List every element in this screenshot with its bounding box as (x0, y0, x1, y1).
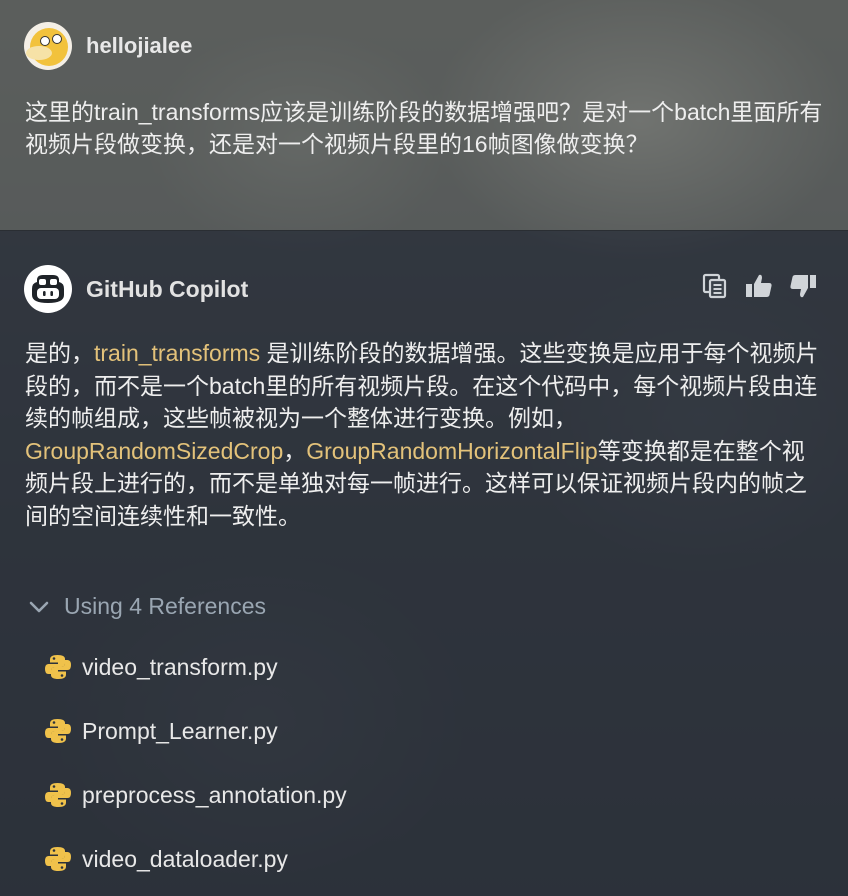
reference-file-video-dataloader[interactable]: video_dataloader.py (44, 845, 288, 873)
reference-file-name: video_dataloader.py (82, 845, 288, 872)
reference-file-name: Prompt_Learner.py (82, 717, 278, 744)
reference-file-prompt-learner[interactable]: Prompt_Learner.py (44, 717, 278, 745)
code-reference-group-random-horizontal-flip[interactable]: GroupRandomHorizontalFlip (306, 438, 597, 464)
code-reference-group-random-sized-crop[interactable]: GroupRandomSizedCrop (25, 438, 283, 464)
python-icon (45, 783, 71, 807)
assistant-header: GitHub Copilot (24, 265, 248, 313)
thumbs-down-icon[interactable] (788, 271, 818, 301)
references-label: Using 4 References (64, 593, 266, 619)
message-actions (700, 271, 818, 301)
code-reference-train-transforms[interactable]: train_transforms (94, 340, 260, 366)
python-icon (45, 655, 71, 679)
reference-file-video-transform[interactable]: video_transform.py (44, 653, 278, 681)
reference-file-name: video_transform.py (82, 653, 278, 680)
reference-file-preprocess-annotation[interactable]: preprocess_annotation.py (44, 781, 347, 809)
reference-file-name: preprocess_annotation.py (82, 781, 347, 808)
user-message-text: 这里的train_transforms应该是训练阶段的数据增强吧？是对一个bat… (25, 99, 823, 157)
psyduck-avatar-icon[interactable] (24, 22, 72, 70)
user-header: hellojialee (24, 22, 192, 70)
username[interactable]: hellojialee (86, 33, 192, 59)
chevron-down-icon (29, 601, 49, 612)
assistant-name: GitHub Copilot (86, 275, 249, 302)
python-icon (45, 847, 71, 871)
references-toggle[interactable]: Using 4 References (28, 593, 266, 620)
copy-icon[interactable] (700, 271, 730, 301)
assistant-answer-text: 是的，train_transforms 是训练阶段的数据增强。这些变换是应用于每… (25, 340, 819, 529)
thumbs-up-icon[interactable] (744, 271, 774, 301)
python-icon (45, 719, 71, 743)
user-message-panel: hellojialee 这里的train_transforms应该是训练阶段的数… (0, 0, 848, 231)
assistant-message-panel: GitHub Copilot 是的，train_transforms 是训练阶段… (0, 231, 848, 896)
copilot-icon (24, 265, 72, 313)
